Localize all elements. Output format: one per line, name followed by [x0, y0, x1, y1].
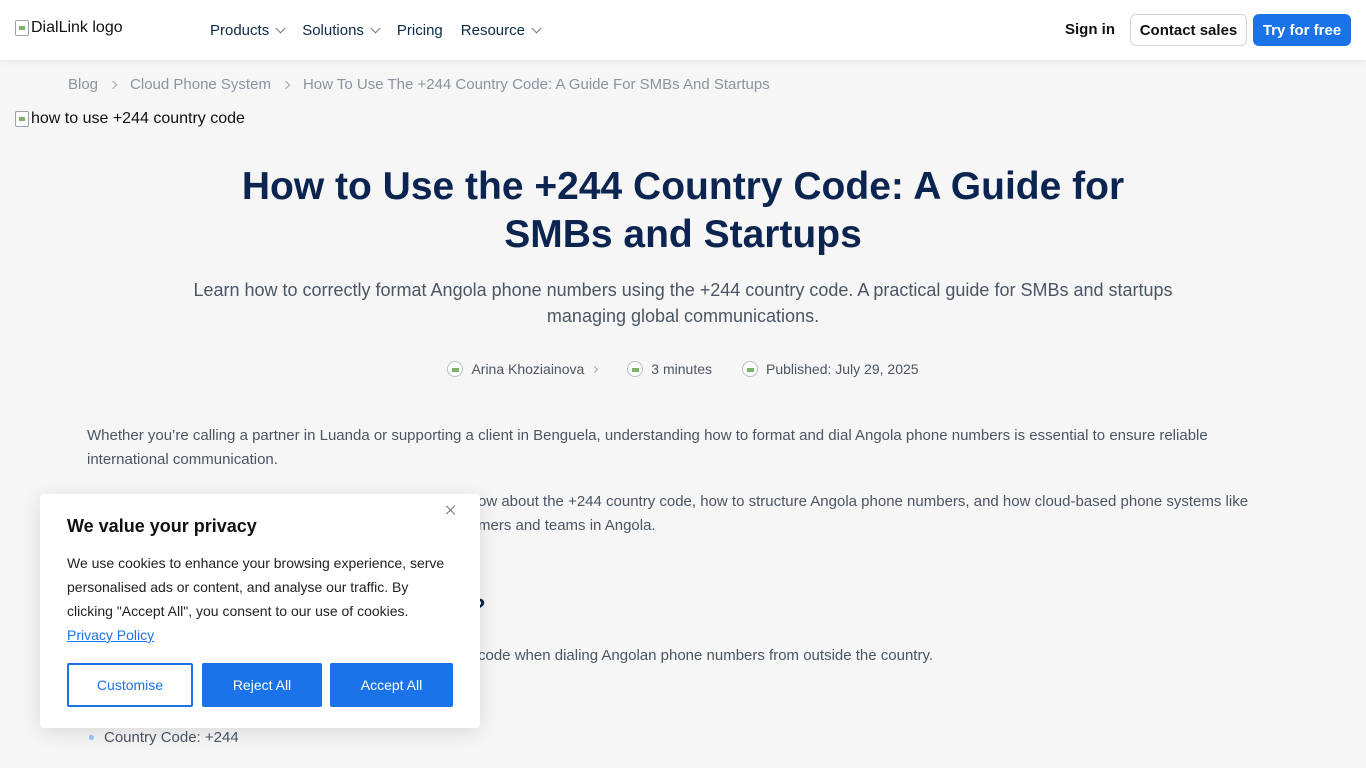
- cookie-text: We use cookies to enhance your browsing …: [67, 551, 457, 647]
- nav-resource-label: Resource: [460, 21, 525, 39]
- chevron-right-icon: [281, 80, 291, 89]
- nav-resource[interactable]: Resource: [460, 21, 542, 39]
- hero-image-alt: how to use +244 country code: [31, 110, 245, 127]
- article-meta: Arina Khoziainova 3 minutes Published: J…: [0, 361, 1366, 377]
- breadcrumb: Blog Cloud Phone System How To Use The +…: [68, 76, 770, 93]
- chevron-down-icon: [531, 23, 542, 33]
- article-paragraph-2: ow about the +244 country code, how to s…: [478, 490, 1258, 538]
- broken-image-icon: [15, 20, 29, 36]
- list-item: Country Code: +244: [89, 729, 239, 746]
- cookie-title: We value your privacy: [67, 516, 257, 536]
- hero-image: how to use +244 country code: [15, 110, 245, 128]
- published-date: Published: July 29, 2025: [742, 361, 919, 377]
- breadcrumb-blog[interactable]: Blog: [68, 76, 98, 93]
- breadcrumb-current: How To Use The +244 Country Code: A Guid…: [302, 76, 770, 93]
- accept-all-button[interactable]: Accept All: [330, 663, 453, 707]
- nav-solutions-label: Solutions: [302, 21, 364, 39]
- read-time: 3 minutes: [627, 361, 712, 377]
- calendar-icon: [742, 361, 758, 377]
- article-paragraph-3: code when dialing Angolan phone numbers …: [478, 647, 934, 664]
- page-subtitle: Learn how to correctly format Angola pho…: [193, 280, 1173, 326]
- article-paragraph-1: Whether you’re calling a partner in Luan…: [87, 427, 1208, 468]
- chevron-down-icon: [370, 23, 381, 33]
- customise-button[interactable]: Customise: [67, 663, 193, 707]
- read-time-label: 3 minutes: [651, 361, 712, 377]
- chevron-down-icon: [275, 23, 286, 33]
- cookie-description: We use cookies to enhance your browsing …: [67, 555, 445, 619]
- paragraph-2-line-1: ow about the +244 country code, how to s…: [478, 493, 1249, 510]
- author-avatar-icon: [447, 361, 464, 377]
- published-label: Published: July 29, 2025: [766, 361, 919, 377]
- main-nav: Products Solutions Pricing Resource: [210, 0, 558, 60]
- breadcrumb-cloud-phone-system[interactable]: Cloud Phone System: [130, 76, 271, 93]
- cookie-consent-dialog: We value your privacy We use cookies to …: [40, 494, 480, 728]
- author-name: Arina Khoziainova: [471, 361, 585, 377]
- reject-all-button[interactable]: Reject All: [202, 663, 322, 707]
- dialink-logo[interactable]: DialLink logo: [15, 19, 123, 37]
- list-item-text: Country Code: +244: [104, 729, 239, 746]
- try-for-free-button[interactable]: Try for free: [1253, 14, 1351, 46]
- nav-pricing-label: Pricing: [396, 21, 443, 39]
- nav-products[interactable]: Products: [210, 21, 286, 39]
- contact-sales-button[interactable]: Contact sales: [1130, 14, 1247, 46]
- paragraph-2-line-2: mers and teams in Angola.: [478, 517, 656, 534]
- logo-alt-text: DialLink logo: [31, 19, 123, 36]
- nav-products-label: Products: [210, 21, 270, 39]
- privacy-policy-link[interactable]: Privacy Policy: [67, 627, 154, 643]
- bullet-dot-icon: [89, 735, 94, 740]
- nav-solutions[interactable]: Solutions: [302, 21, 381, 39]
- nav-pricing[interactable]: Pricing: [397, 22, 443, 39]
- broken-image-icon: [15, 111, 29, 127]
- author[interactable]: Arina Khoziainova: [447, 361, 599, 377]
- chevron-right-icon: [591, 365, 599, 373]
- sign-in-link[interactable]: Sign in: [1065, 21, 1115, 38]
- chevron-right-icon: [108, 80, 118, 89]
- clock-icon: [627, 361, 644, 377]
- site-header: DialLink logo Products Solutions Pricing…: [0, 0, 1366, 60]
- page-title: How to Use the +244 Country Code: A Guid…: [241, 165, 1125, 256]
- close-icon[interactable]: [443, 502, 459, 518]
